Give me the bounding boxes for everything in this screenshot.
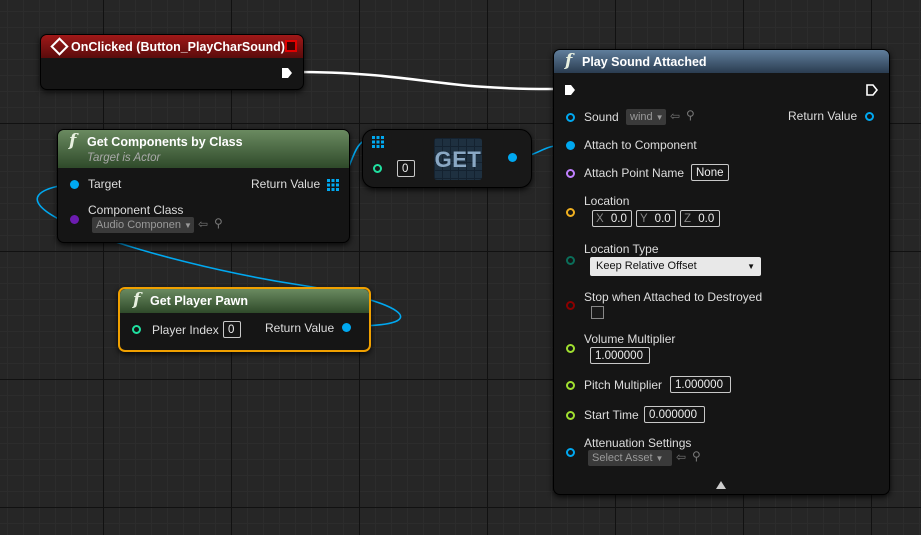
get-label-box: GET [434,138,482,180]
player-index-pin[interactable] [132,325,141,334]
stop-when-attached-pin[interactable] [566,301,575,310]
get-components-subtitle: Target is Actor [87,152,161,164]
attenuation-settings-label: Attenuation Settings [584,436,692,450]
location-y-axis-label: Y [640,213,648,225]
component-class-value: Audio Componen [96,219,182,231]
onclicked-header: OnClicked (Button_PlayCharSound) [41,35,303,58]
onclicked-exec-out-pin[interactable] [281,67,293,79]
sound-pin[interactable] [566,113,575,122]
component-class-label: Component Class [88,203,184,217]
location-y-input[interactable]: Y 0.0 [636,210,676,227]
sound-label: Sound [584,110,619,124]
component-class-pin[interactable] [70,215,79,224]
stop-when-attached-checkbox[interactable] [591,306,604,319]
attach-point-name-pin[interactable] [566,169,575,178]
attach-point-name-input[interactable]: None [691,164,729,181]
attach-to-component-label: Attach to Component [584,138,697,152]
dropdown-arrow-icon: ▼ [655,113,664,122]
start-time-pin[interactable] [566,411,575,420]
dropdown-arrow-icon: ▼ [747,262,755,271]
get-player-pawn-return-label: Return Value [265,321,335,335]
get-components-title: Get Components by Class [87,135,243,149]
location-type-pin[interactable] [566,256,575,265]
magnifier-icon[interactable]: ⚲ [214,216,223,230]
location-type-value: Keep Relative Offset [596,260,697,272]
start-time-input[interactable]: 0.000000 [644,406,705,423]
dropdown-arrow-icon: ▼ [184,221,192,230]
attach-to-component-pin[interactable] [566,141,575,150]
location-pin[interactable] [566,208,575,217]
exec-wire [291,70,561,91]
get-components-return-label: Return Value [251,177,321,191]
expand-triangle-icon[interactable] [716,481,726,489]
array-grid-icon[interactable] [327,179,339,191]
play-sound-return-pin[interactable] [865,112,874,121]
array-get-node[interactable]: 0 GET [362,129,532,188]
onclicked-event-node[interactable]: OnClicked (Button_PlayCharSound) [40,34,304,90]
function-f-icon: f [69,131,77,151]
blueprint-graph-canvas[interactable]: OnClicked (Button_PlayCharSound) f Get C… [0,0,921,535]
onclicked-title: OnClicked (Button_PlayCharSound) [71,40,285,54]
play-sound-attached-node[interactable]: f Play Sound Attached Sound wind ▼ ⇦ ⚲ Re… [553,49,890,495]
event-diamond-icon [50,37,69,56]
target-label: Target [88,177,122,191]
location-z-input[interactable]: Z 0.0 [680,210,720,227]
sound-dropdown[interactable]: wind ▼ [626,109,666,125]
location-z-value: 0.0 [698,213,715,225]
get-output-pin[interactable] [508,153,517,162]
volume-multiplier-pin[interactable] [566,344,575,353]
get-components-header: f Get Components by Class Target is Acto… [58,130,349,168]
location-z-axis-label: Z [684,213,692,225]
volume-multiplier-label: Volume Multiplier [584,332,676,346]
play-sound-header: f Play Sound Attached [554,50,889,73]
get-player-pawn-node[interactable]: f Get Player Pawn Player Index 0 Return … [118,287,371,352]
attenuation-settings-value: Select Asset [592,452,653,464]
location-y-value: 0.0 [654,213,671,225]
get-player-pawn-header: f Get Player Pawn [120,289,369,313]
array-grid-icon[interactable] [372,136,384,148]
exec-in-pin[interactable] [564,84,576,96]
pitch-multiplier-pin[interactable] [566,381,575,390]
magnifier-icon[interactable]: ⚲ [692,449,701,463]
volume-multiplier-input[interactable]: 1.000000 [590,347,650,364]
player-index-label: Player Index [152,323,219,337]
stop-when-attached-label: Stop when Attached to Destroyed [584,290,763,304]
location-x-value: 0.0 [610,213,627,225]
location-label: Location [584,194,630,208]
play-sound-title: Play Sound Attached [582,55,707,69]
get-label: GET [434,147,482,172]
location-x-axis-label: X [596,213,604,225]
back-arrow-icon[interactable]: ⇦ [670,109,680,123]
player-index-input[interactable]: 0 [223,321,241,338]
attenuation-settings-pin[interactable] [566,448,575,457]
location-type-select[interactable]: Keep Relative Offset ▼ [590,257,761,276]
location-x-input[interactable]: X 0.0 [592,210,632,227]
location-type-label: Location Type [584,242,659,256]
pitch-multiplier-label: Pitch Multiplier [584,378,663,392]
attach-point-name-label: Attach Point Name [584,166,685,180]
delegate-square-icon[interactable] [285,40,297,52]
sound-value: wind [630,111,653,123]
dropdown-arrow-icon: ▼ [655,454,664,463]
function-f-icon: f [133,290,141,310]
target-pin[interactable] [70,180,79,189]
exec-out-pin[interactable] [866,84,878,96]
function-f-icon: f [565,51,573,71]
index-input[interactable]: 0 [397,160,415,177]
back-arrow-icon[interactable]: ⇦ [198,217,208,231]
get-player-pawn-title: Get Player Pawn [150,294,248,308]
back-arrow-icon[interactable]: ⇦ [676,450,686,464]
magnifier-icon[interactable]: ⚲ [686,108,695,122]
index-pin[interactable] [373,164,382,173]
get-components-by-class-node[interactable]: f Get Components by Class Target is Acto… [57,129,350,243]
component-class-dropdown[interactable]: Audio Componen ▼ [92,217,194,233]
pitch-multiplier-input[interactable]: 1.000000 [670,376,731,393]
get-player-pawn-return-pin[interactable] [342,323,351,332]
attenuation-settings-dropdown[interactable]: Select Asset ▼ [588,450,672,466]
start-time-label: Start Time [584,408,639,422]
play-sound-return-label: Return Value [788,109,858,123]
